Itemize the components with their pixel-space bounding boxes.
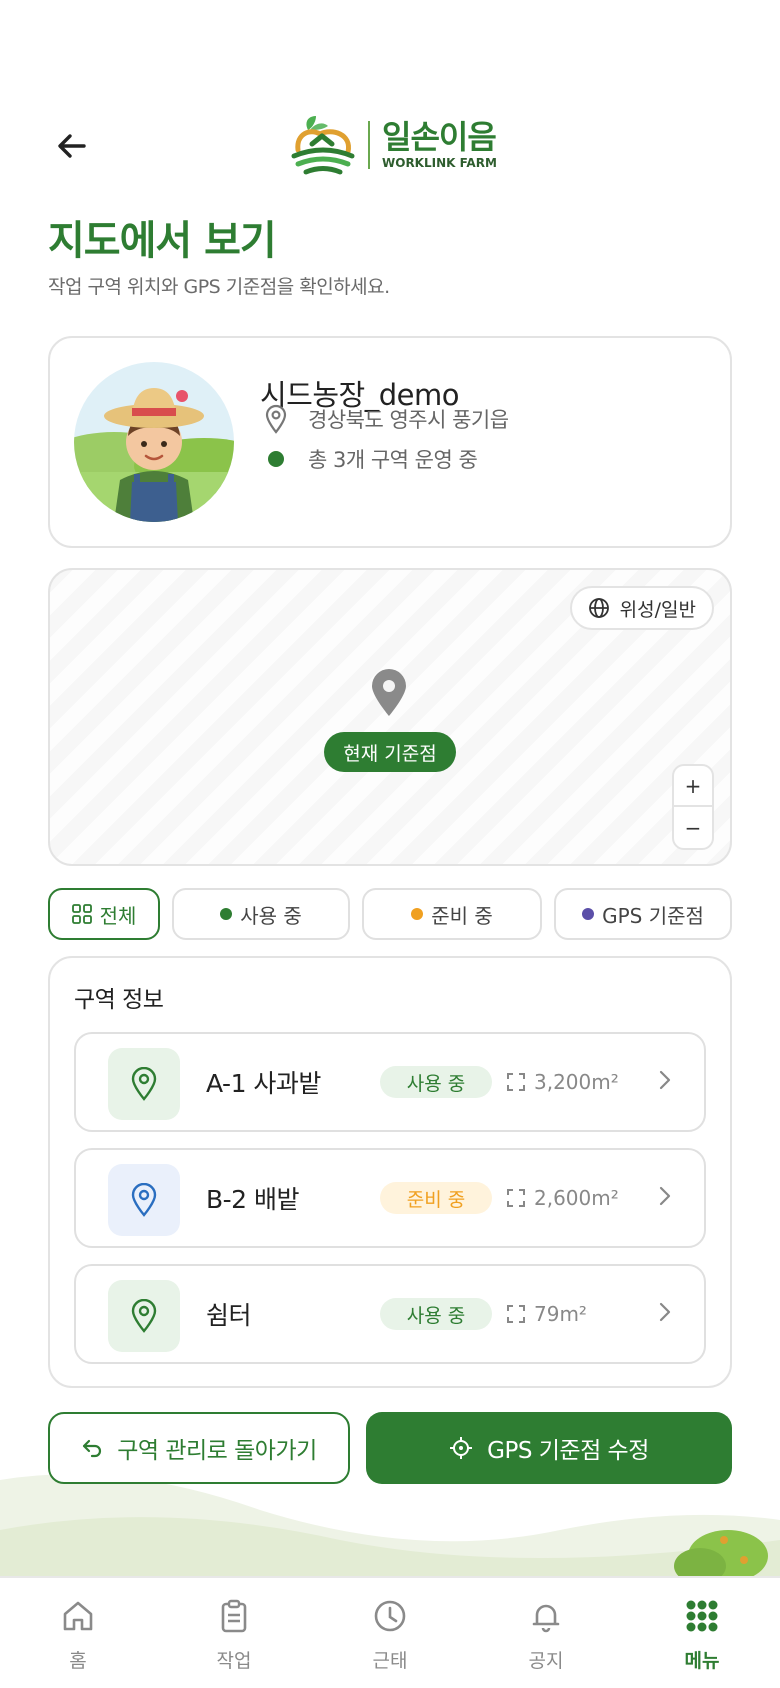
back-button[interactable] [48,122,96,170]
page-title: 지도에서 보기 [48,218,277,264]
tab-notice[interactable]: 공지 [468,1578,624,1688]
edit-gps-label: GPS 기준점 수정 [487,1438,649,1464]
farm-card: 시드농장_demo 경상북도 영주시 풍기읍 총 3개 구역 운영 중 [48,336,732,548]
crosshair-icon [450,1437,473,1459]
filter-chips: 전체 사용 중 준비 중 GPS 기준점 [48,888,732,940]
page-subtitle: 작업 구역 위치와 GPS 기준점을 확인하세요. [48,276,390,298]
filter-in-use[interactable]: 사용 중 [172,888,350,940]
current-reference-label: 현재 기준점 [324,732,456,772]
clock-icon [374,1600,406,1632]
status-badge: 사용 중 [380,1066,492,1098]
logo-wordmark: 일손이음 [382,118,497,156]
map-type-toggle-label: 위성/일반 [619,598,696,621]
zone-area-value: 3,200m² [534,1070,619,1094]
zone-name: 쉼터 [206,1301,252,1330]
map-view[interactable]: 위성/일반 현재 기준점 + − [48,568,732,866]
filter-all-label: 전체 [99,903,137,928]
zone-name: A-1 사과밭 [206,1069,321,1098]
back-to-zones-label: 구역 관리로 돌아가기 [117,1438,317,1464]
zone-area-value: 2,600m² [534,1186,619,1210]
tab-menu[interactable]: 메뉴 [624,1578,780,1688]
arrow-left-icon [58,134,86,158]
tab-notice-label: 공지 [528,1650,564,1672]
zone-area: 3,200m² [506,1066,619,1098]
app-logo: 일손이음 WORKLINK FARM [288,110,497,180]
filter-gps[interactable]: GPS 기준점 [554,888,732,940]
tab-attendance-label: 근태 [372,1650,408,1672]
back-to-zones-button[interactable]: 구역 관리로 돌아가기 [48,1412,350,1484]
globe-icon [588,598,609,618]
area-icon [507,1189,525,1207]
return-icon [83,1439,102,1458]
zoom-in-button[interactable]: + [674,766,712,807]
filter-preparing[interactable]: 준비 중 [362,888,542,940]
chevron-right-icon [659,1070,671,1090]
tab-work-label: 작업 [216,1650,252,1672]
bell-icon [532,1604,560,1633]
gps-dot [582,908,595,920]
farm-summary-row: 총 3개 구역 운영 중 [260,444,478,474]
landscape-illustration [0,1474,780,1580]
zone-name: B-2 배밭 [206,1185,300,1214]
zone-item[interactable]: A-1 사과밭 사용 중 3,200m² [74,1032,706,1132]
status-badge: 준비 중 [380,1182,492,1214]
grid-icon [686,1600,718,1632]
tab-attendance[interactable]: 근태 [312,1578,468,1688]
filter-preparing-label: 준비 중 [431,903,493,928]
zone-area-value: 79m² [534,1302,587,1326]
filter-all[interactable]: 전체 [48,888,160,940]
area-icon [507,1073,525,1091]
chevron-right-icon [659,1302,671,1322]
zone-info-panel: 구역 정보 A-1 사과밭 사용 중 3,200m² B-2 배밭 준비 중 2… [48,956,732,1388]
edit-gps-button[interactable]: GPS 기준점 수정 [366,1412,732,1484]
filter-in-use-label: 사용 중 [240,903,302,928]
grid-icon [71,904,92,924]
area-icon [507,1305,525,1323]
app-header: 일손이음 WORKLINK FARM [0,100,780,190]
zone-panel-title: 구역 정보 [74,987,164,1013]
zoom-out-button[interactable]: − [674,807,712,848]
map-pin-icon [108,1280,180,1352]
home-icon [63,1601,93,1631]
logo-subtitle: WORKLINK FARM [382,156,497,170]
avatar [74,362,234,522]
map-pin-icon [108,1048,180,1120]
in-use-dot [220,908,233,920]
tab-work[interactable]: 작업 [156,1578,312,1688]
farm-location-row: 경상북도 영주시 풍기읍 [260,404,509,434]
preparing-dot [411,908,424,920]
zoom-control: + − [672,764,714,850]
zone-area: 2,600m² [506,1182,619,1214]
zone-item[interactable]: 쉼터 사용 중 79m² [74,1264,706,1364]
tab-menu-label: 메뉴 [684,1650,720,1672]
status-badge: 사용 중 [380,1298,492,1330]
farm-location: 경상북도 영주시 풍기읍 [308,408,509,432]
chevron-right-icon [659,1186,671,1206]
tab-home-label: 홈 [69,1650,87,1672]
map-type-toggle[interactable]: 위성/일반 [569,586,714,630]
logo-mark-icon [291,116,355,175]
map-pin-icon[interactable] [369,668,409,718]
tab-home[interactable]: 홈 [0,1578,156,1688]
logo-divider [368,121,370,169]
zone-area: 79m² [506,1298,587,1330]
location-pin-icon [265,404,287,434]
clipboard-icon [221,1599,247,1633]
map-pin-icon [108,1164,180,1236]
farm-summary: 총 3개 구역 운영 중 [308,448,478,472]
bottom-tab-bar: 홈 작업 근태 공지 메뉴 [0,1576,780,1688]
filter-gps-label: GPS 기준점 [602,903,704,928]
zone-item[interactable]: B-2 배밭 준비 중 2,600m² [74,1148,706,1248]
status-dot [268,451,284,467]
